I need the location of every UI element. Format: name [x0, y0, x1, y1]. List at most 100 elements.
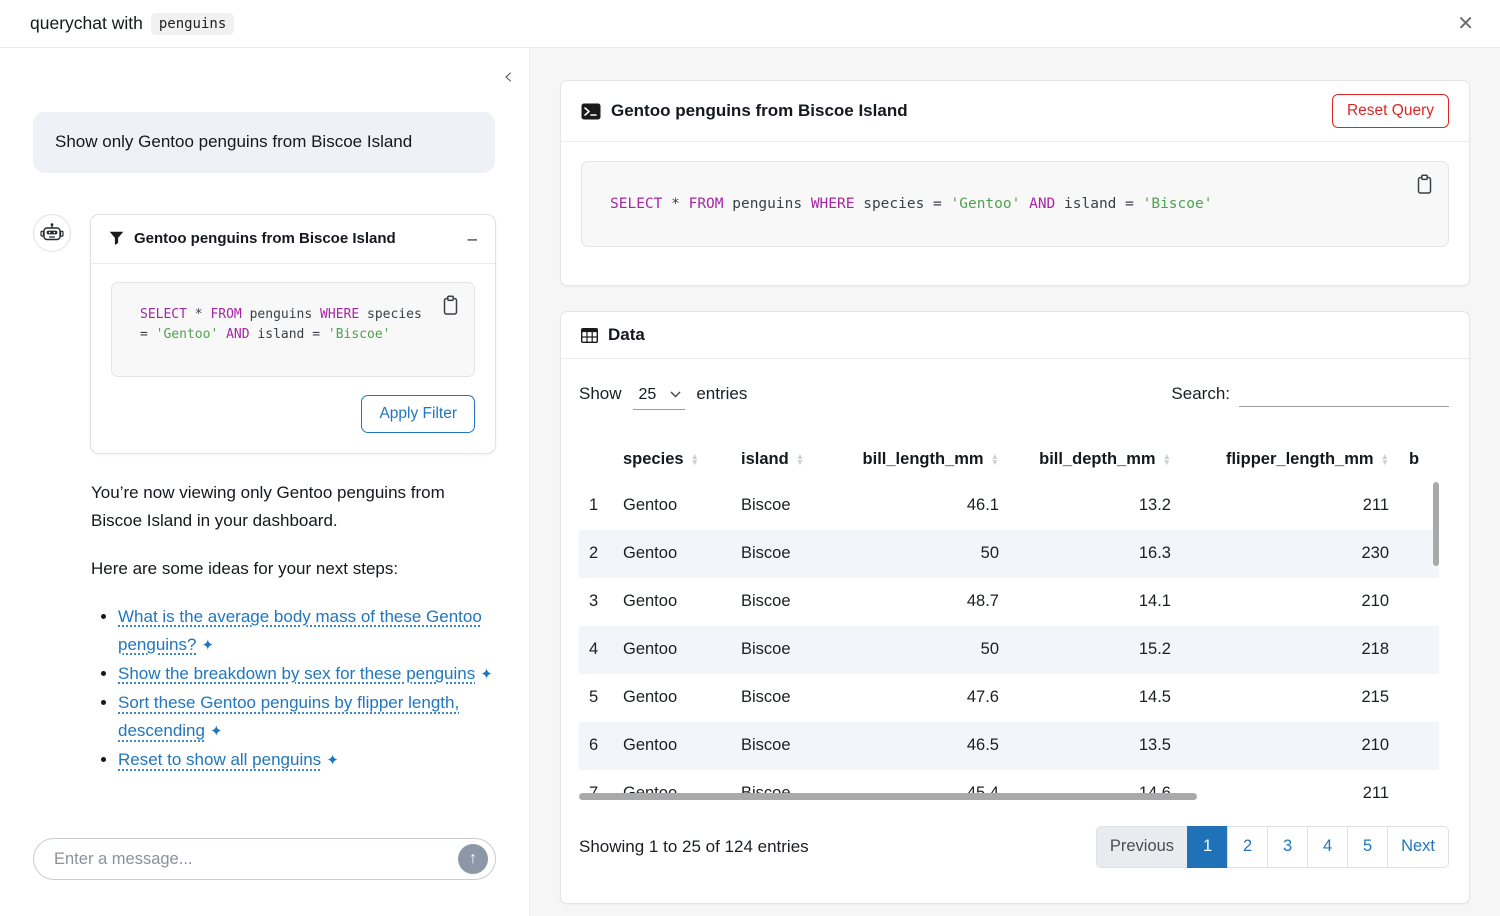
sidebar-collapse-icon[interactable]: ‹ — [503, 64, 513, 88]
cell-island: Biscoe — [731, 722, 836, 770]
cell-flipper-length: 211 — [1181, 482, 1399, 530]
row-number: 6 — [579, 722, 613, 770]
page-button-1[interactable]: 1 — [1187, 826, 1228, 868]
sql-token — [1020, 196, 1029, 212]
sql-token: FROM — [210, 307, 241, 322]
assistant-avatar — [33, 214, 71, 252]
message-input[interactable] — [33, 838, 496, 880]
sql-token: * — [187, 307, 210, 322]
row-number: 3 — [579, 578, 613, 626]
row-number: 2 — [579, 530, 613, 578]
suggestion-link-sort-flipper[interactable]: Sort these Gentoo penguins by flipper le… — [118, 693, 459, 740]
send-button[interactable]: ↑ — [458, 844, 488, 874]
table-header-row: species▲▼ island▲▼ bill_length_mm▲▼ bill… — [579, 438, 1439, 482]
filter-card-header: Gentoo penguins from Biscoe Island – — [91, 215, 495, 264]
sql-token: AND — [226, 327, 249, 342]
cell-flipper-length: 230 — [1181, 530, 1399, 578]
data-table: species▲▼ island▲▼ bill_length_mm▲▼ bill… — [579, 438, 1439, 804]
cell-species: Gentoo — [613, 578, 731, 626]
cell-island: Biscoe — [731, 578, 836, 626]
search-input[interactable] — [1239, 383, 1449, 407]
suggestion-list: What is the average body mass of these G… — [118, 603, 496, 774]
sql-token: 'Biscoe' — [1143, 196, 1213, 212]
suggestion-link-avg-body-mass[interactable]: What is the average body mass of these G… — [118, 607, 482, 654]
assistant-paragraph: You’re now viewing only Gentoo penguins … — [91, 479, 496, 535]
list-item: Reset to show all penguins✦ — [118, 746, 496, 774]
table-row[interactable]: 2 Gentoo Biscoe 50 16.3 230 — [579, 530, 1439, 578]
table-row[interactable]: 1 Gentoo Biscoe 46.1 13.2 211 — [579, 482, 1439, 530]
sql-token: island = — [1055, 196, 1142, 212]
cell-truncated — [1399, 722, 1439, 770]
column-header-bill-depth[interactable]: bill_depth_mm▲▼ — [1009, 438, 1181, 482]
page-button-2[interactable]: 2 — [1227, 826, 1268, 868]
sql-token: penguins — [242, 307, 320, 322]
previous-page-button[interactable]: Previous — [1096, 826, 1188, 868]
sql-token: 'Biscoe' — [328, 327, 391, 342]
cell-bill-depth: 15.2 — [1009, 626, 1181, 674]
cell-bill-length: 50 — [836, 530, 1009, 578]
row-number: 1 — [579, 482, 613, 530]
reset-query-button[interactable]: Reset Query — [1332, 94, 1449, 128]
robot-icon — [40, 222, 64, 243]
sort-icon: ▲▼ — [1381, 454, 1389, 465]
terminal-icon — [581, 103, 601, 120]
minus-collapse-icon[interactable]: – — [468, 229, 477, 249]
cell-flipper-length: 210 — [1181, 578, 1399, 626]
column-header-species[interactable]: species▲▼ — [613, 438, 731, 482]
sql-token: FROM — [689, 196, 724, 212]
column-header-flipper-length[interactable]: flipper_length_mm▲▼ — [1181, 438, 1399, 482]
table-row[interactable]: 5 Gentoo Biscoe 47.6 14.5 215 — [579, 674, 1439, 722]
table-row[interactable]: 6 Gentoo Biscoe 46.5 13.5 210 — [579, 722, 1439, 770]
sql-code-block: SELECT * FROM penguins WHERE species = '… — [581, 161, 1449, 247]
cell-flipper-length: 211 — [1181, 770, 1399, 804]
sort-icon: ▲▼ — [1163, 454, 1171, 465]
data-card-title: Data — [608, 325, 645, 345]
table-row[interactable]: 3 Gentoo Biscoe 48.7 14.1 210 — [579, 578, 1439, 626]
page-button-5[interactable]: 5 — [1347, 826, 1388, 868]
column-header-bill-length[interactable]: bill_length_mm▲▼ — [836, 438, 1009, 482]
query-card: Gentoo penguins from Biscoe Island Reset… — [560, 80, 1470, 286]
row-number-header — [579, 438, 613, 482]
assistant-message-row: Gentoo penguins from Biscoe Island – SEL… — [33, 214, 496, 454]
app-header: querychat with penguins ✕ — [0, 0, 1500, 48]
cell-bill-length: 46.1 — [836, 482, 1009, 530]
up-arrow-icon: ↑ — [469, 851, 477, 867]
sparkle-icon: ✦ — [210, 720, 223, 745]
sparkle-icon: ✦ — [201, 634, 214, 659]
cell-species: Gentoo — [613, 530, 731, 578]
sql-token: SELECT — [610, 196, 662, 212]
page-size-select[interactable]: 25 — [633, 386, 686, 410]
filter-card-body: SELECT * FROM penguins WHERE species = '… — [91, 264, 495, 453]
chat-input-row: ↑ — [33, 838, 496, 880]
copy-icon[interactable] — [439, 293, 462, 321]
sql-token: 'Gentoo' — [951, 196, 1021, 212]
table-row[interactable]: 4 Gentoo Biscoe 50 15.2 218 — [579, 626, 1439, 674]
search-label: Search: — [1171, 384, 1230, 404]
page-button-4[interactable]: 4 — [1307, 826, 1348, 868]
cell-bill-length: 50 — [836, 626, 1009, 674]
sql-token: penguins — [724, 196, 811, 212]
cell-bill-depth: 13.5 — [1009, 722, 1181, 770]
cell-bill-depth: 14.5 — [1009, 674, 1181, 722]
next-page-button[interactable]: Next — [1387, 826, 1449, 868]
apply-filter-button[interactable]: Apply Filter — [361, 395, 475, 433]
sql-token: AND — [1029, 196, 1055, 212]
vertical-scrollbar[interactable] — [1433, 482, 1439, 566]
copy-icon[interactable] — [1413, 172, 1436, 200]
sql-code-block: SELECT * FROM penguins WHERE species = '… — [111, 282, 475, 377]
list-item: What is the average body mass of these G… — [118, 603, 496, 659]
suggestion-link-breakdown-by-sex[interactable]: Show the breakdown by sex for these peng… — [118, 664, 475, 683]
sql-token: 'Gentoo' — [156, 327, 219, 342]
column-header-island[interactable]: island▲▼ — [731, 438, 836, 482]
column-header-truncated[interactable]: b — [1399, 438, 1439, 482]
suggestion-link-reset[interactable]: Reset to show all penguins — [118, 750, 321, 769]
cell-bill-length: 46.5 — [836, 722, 1009, 770]
query-card-title: Gentoo penguins from Biscoe Island — [611, 101, 908, 121]
close-icon[interactable]: ✕ — [1457, 14, 1474, 34]
cell-species: Gentoo — [613, 482, 731, 530]
page-button-3[interactable]: 3 — [1267, 826, 1308, 868]
list-item: Sort these Gentoo penguins by flipper le… — [118, 689, 496, 745]
cell-island: Biscoe — [731, 674, 836, 722]
query-card-header: Gentoo penguins from Biscoe Island Reset… — [561, 81, 1469, 142]
horizontal-scrollbar[interactable] — [579, 793, 1197, 800]
